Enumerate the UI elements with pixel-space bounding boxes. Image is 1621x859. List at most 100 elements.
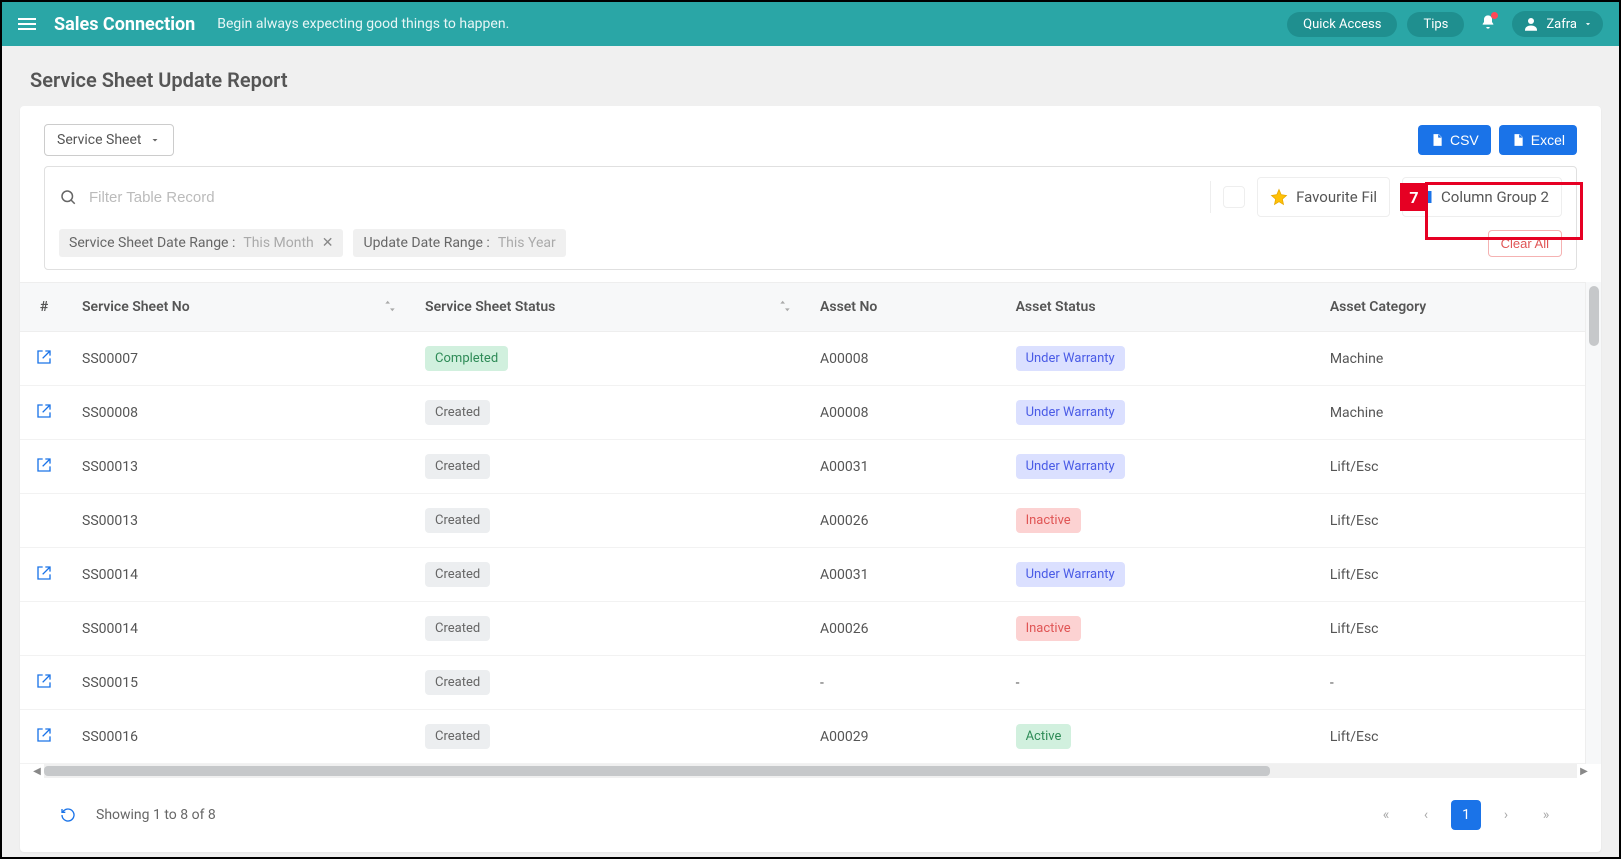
status-badge: Created — [425, 724, 490, 749]
page-last-button[interactable]: » — [1531, 800, 1561, 830]
showing-text: Showing 1 to 8 of 8 — [96, 807, 216, 823]
cell-asset-cat: Lift/Esc — [1316, 440, 1601, 494]
status-badge: Created — [425, 508, 490, 533]
page-first-button[interactable]: « — [1371, 800, 1401, 830]
cell-asset-status: Under Warranty — [1002, 548, 1316, 602]
page-number-button[interactable]: 1 — [1451, 800, 1481, 830]
table-row: SS00007CompletedA00008Under WarrantyMach… — [20, 332, 1601, 386]
cell-asset-status: Inactive — [1002, 602, 1316, 656]
page-prev-button[interactable]: ‹ — [1411, 800, 1441, 830]
chip-label: Service Sheet Date Range : — [69, 235, 235, 251]
cell-sheet-no: SS00013 — [68, 494, 411, 548]
scroll-left-icon[interactable]: ◀ — [30, 764, 44, 778]
col-sheet-no[interactable]: Service Sheet No — [68, 283, 411, 332]
chevron-down-icon — [1583, 19, 1593, 29]
open-link-icon[interactable] — [36, 457, 52, 473]
sheet-selector-label: Service Sheet — [57, 132, 141, 148]
cell-sheet-status: Created — [411, 710, 806, 764]
cell-sheet-status: Created — [411, 386, 806, 440]
sort-icon — [383, 299, 397, 313]
status-badge: Created — [425, 616, 490, 641]
csv-label: CSV — [1450, 132, 1479, 148]
chevron-down-icon — [149, 134, 161, 146]
cell-asset-status: Active — [1002, 710, 1316, 764]
cell-sheet-no: SS00008 — [68, 386, 411, 440]
scroll-right-icon[interactable]: ▶ — [1577, 764, 1591, 778]
report-table: # Service Sheet No Service Sheet Status … — [20, 282, 1601, 764]
cell-asset-status: Under Warranty — [1002, 440, 1316, 494]
filter-chip-update-range[interactable]: Update Date Range : This Year — [353, 229, 565, 257]
chip-label: Update Date Range : — [363, 235, 489, 251]
col-hash: # — [20, 283, 68, 332]
cell-asset-no: A00026 — [806, 602, 1002, 656]
tips-button[interactable]: Tips — [1407, 12, 1464, 37]
cell-asset-cat: - — [1316, 656, 1601, 710]
col-asset-no[interactable]: Asset No — [806, 283, 1002, 332]
cell-asset-cat: Lift/Esc — [1316, 494, 1601, 548]
search-icon — [59, 188, 77, 206]
open-link-icon[interactable] — [36, 403, 52, 419]
divider — [1210, 181, 1211, 213]
favourite-filter-button[interactable]: Favourite Fil — [1257, 177, 1390, 217]
table-row: SS00014CreatedA00031Under WarrantyLift/E… — [20, 548, 1601, 602]
user-menu[interactable]: Zafra — [1512, 11, 1603, 37]
filter-input[interactable] — [89, 189, 1198, 206]
cell-sheet-status: Created — [411, 494, 806, 548]
column-group-label: Column Group 2 — [1441, 188, 1549, 206]
brand-title: Sales Connection — [54, 14, 195, 35]
col-sheet-status[interactable]: Service Sheet Status — [411, 283, 806, 332]
cell-asset-no: A00026 — [806, 494, 1002, 548]
table-row: SS00008CreatedA00008Under WarrantyMachin… — [20, 386, 1601, 440]
cell-asset-cat: Machine — [1316, 332, 1601, 386]
quick-access-button[interactable]: Quick Access — [1287, 12, 1397, 37]
status-badge: Inactive — [1016, 508, 1081, 533]
cell-asset-status: Under Warranty — [1002, 332, 1316, 386]
page-title: Service Sheet Update Report — [2, 46, 1619, 106]
cell-asset-cat: Lift/Esc — [1316, 602, 1601, 656]
open-link-icon[interactable] — [36, 673, 52, 689]
close-icon[interactable]: ✕ — [322, 235, 334, 251]
chip-value: This Year — [498, 235, 556, 251]
columns-icon — [1415, 188, 1433, 206]
export-csv-button[interactable]: CSV — [1418, 125, 1491, 155]
file-icon — [1430, 133, 1444, 147]
cell-asset-status: Under Warranty — [1002, 386, 1316, 440]
cell-sheet-no: SS00013 — [68, 440, 411, 494]
cell-asset-cat: Lift/Esc — [1316, 710, 1601, 764]
pagination: « ‹ 1 › » — [1371, 800, 1561, 830]
vertical-scrollbar[interactable] — [1585, 282, 1601, 764]
page-next-button[interactable]: › — [1491, 800, 1521, 830]
open-link-icon[interactable] — [36, 349, 52, 365]
reload-icon[interactable] — [60, 807, 76, 823]
cell-asset-no: A00031 — [806, 548, 1002, 602]
cell-sheet-status: Created — [411, 440, 806, 494]
status-badge: Created — [425, 670, 490, 695]
col-asset-cat[interactable]: Asset Category — [1316, 283, 1601, 332]
status-badge: Under Warranty — [1016, 346, 1125, 371]
column-group-button[interactable]: Column Group 2 — [1402, 177, 1562, 217]
notifications-button[interactable] — [1474, 8, 1502, 40]
status-badge: Completed — [425, 346, 508, 371]
filter-chip-date-range[interactable]: Service Sheet Date Range : This Month ✕ — [59, 229, 343, 257]
table-row: SS00013 Created A00026 Inactive Lift/Esc — [20, 494, 1601, 548]
cell-sheet-no: SS00014 — [68, 602, 411, 656]
cell-sheet-no: SS00016 — [68, 710, 411, 764]
cell-asset-no: A00029 — [806, 710, 1002, 764]
hamburger-menu-icon[interactable] — [18, 18, 36, 30]
cell-sheet-status: Created — [411, 602, 806, 656]
export-excel-button[interactable]: Excel — [1499, 125, 1577, 155]
cell-asset-no: A00008 — [806, 386, 1002, 440]
cell-sheet-status: Completed — [411, 332, 806, 386]
open-link-icon[interactable] — [36, 727, 52, 743]
horizontal-scrollbar[interactable]: ◀ ▶ — [44, 764, 1577, 778]
reload-icon[interactable] — [1223, 186, 1245, 208]
col-asset-status[interactable]: Asset Status — [1002, 283, 1316, 332]
cell-sheet-status: Created — [411, 548, 806, 602]
clear-all-button[interactable]: Clear All — [1488, 230, 1562, 257]
star-icon — [1270, 188, 1288, 206]
favourite-label: Favourite Fil — [1296, 188, 1377, 206]
open-link-icon[interactable] — [36, 565, 52, 581]
status-badge: Under Warranty — [1016, 562, 1125, 587]
sort-icon — [778, 299, 792, 313]
sheet-selector[interactable]: Service Sheet — [44, 124, 174, 156]
